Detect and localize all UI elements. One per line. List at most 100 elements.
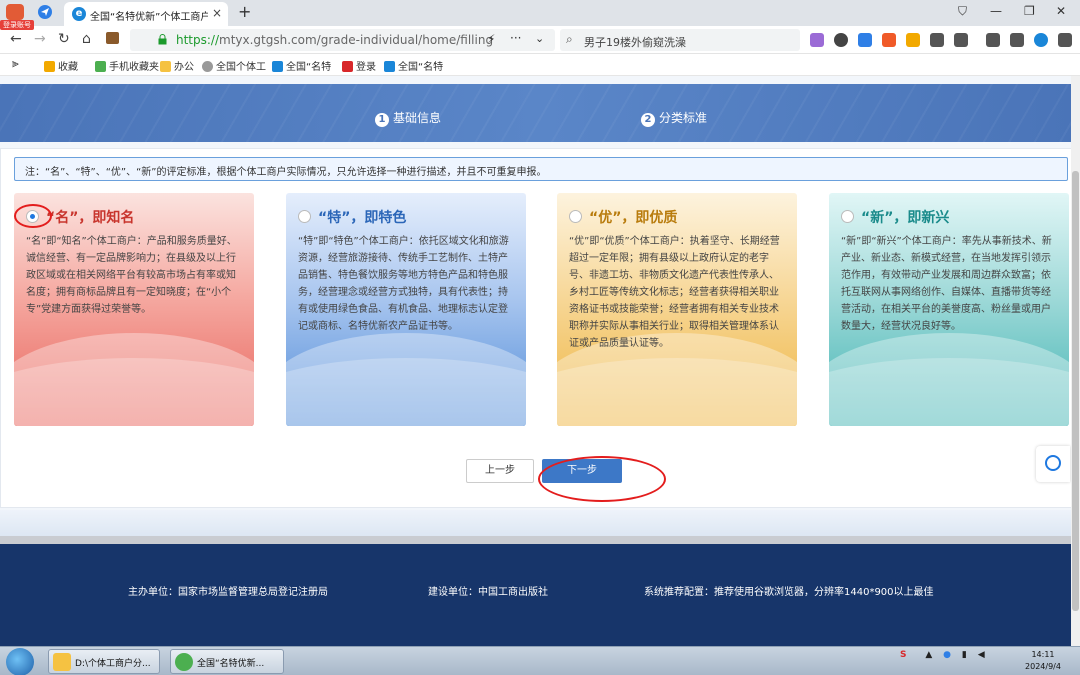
reload-button[interactable]: ↻ (58, 31, 70, 47)
help-icon (1045, 455, 1061, 471)
new-tab-button[interactable]: + (238, 2, 251, 21)
footer-host: 主办单位：国家市场监督管理总局登记注册局 (128, 587, 328, 598)
bookmark-office[interactable]: 办公 (160, 58, 194, 73)
sogou-icon[interactable]: S (900, 650, 906, 660)
browser-tab-active[interactable]: e 全国“名特优新”个体工商户 × (64, 2, 228, 26)
card-ming[interactable]: “名”，即知名 “名”即“知名”个体工商户：产品和服务质量好、诚信经营、有一定品… (14, 193, 254, 426)
browser-tab-bar: 登录账号 e 全国“名特优新”个体工商户 × + ⛉ — ❐ ✕ (0, 0, 1080, 30)
minimize-button[interactable]: — (990, 4, 1002, 18)
bookmark-mobile[interactable]: 手机收藏夹 (95, 58, 159, 73)
phone-icon (95, 61, 106, 72)
game-icon[interactable] (882, 33, 896, 47)
taskbar: D:\个体工商户分... 全国“名特优新... S ▲ ● ▮ ◀ 14:11 … (0, 646, 1080, 675)
page: 1 基础信息 2 分类标准 注：“名”、“特”、“优”、“新”的评定标准，根据个体工… (0, 76, 1080, 646)
form-panel: 注：“名”、“特”、“优”、“新”的评定标准，根据个体工商户实际情况，只允许选择… (0, 148, 1078, 508)
card-description: “特”即“特色”个体工商户：依托区域文化和旅游资源，经营旅游接待、传统手工艺制作… (298, 236, 509, 332)
card-you[interactable]: “优”，即优质 “优”即“优质”个体工商户：执着坚守、长期经营超过一定年限；拥有… (557, 193, 797, 426)
radio-te[interactable] (298, 210, 311, 223)
bookmark-site-1[interactable]: 全国个体工 (202, 58, 266, 73)
volume-icon[interactable]: ◀ (978, 650, 985, 660)
chevron-down-icon[interactable]: ⌄ (535, 32, 544, 45)
bookmark-favorites[interactable]: 收藏 (44, 58, 78, 73)
url-bar[interactable]: https://mtyx.gtgsh.com/grade-individual/… (130, 29, 555, 51)
taskbar-label: 全国“名特优新... (197, 659, 265, 669)
signal-icon[interactable]: ▮ (962, 650, 967, 660)
radio-you[interactable] (569, 210, 582, 223)
more-icon[interactable]: ··· (510, 31, 521, 45)
sidebar-toggle-icon[interactable]: ⫸ (12, 56, 19, 71)
flash-icon[interactable]: ⚡ (487, 32, 495, 46)
card-title: “新”，即新兴 (861, 210, 950, 226)
back-button[interactable]: ← (10, 31, 22, 47)
ie-icon[interactable] (1034, 33, 1048, 47)
star-icon (44, 61, 55, 72)
ie-icon (272, 61, 283, 72)
card-xin[interactable]: “新”，即新兴 “新”即“新兴”个体工商户：率先从事新技术、新产业、新业态、新模… (829, 193, 1069, 426)
footer: 主办单位：国家市场监督管理总局登记注册局 建设单位：中国工商出版社 系统推荐配置… (0, 544, 1080, 646)
annotation-circle-radio (14, 204, 52, 228)
radio-xin[interactable] (841, 210, 854, 223)
decorative-wave (829, 358, 1069, 426)
lock-icon (158, 34, 167, 45)
decorative-band (0, 510, 1080, 536)
card-title: “特”，即特色 (318, 210, 407, 226)
puzzle-icon[interactable] (954, 33, 968, 47)
pin-icon[interactable]: ⛉ (958, 4, 967, 19)
bookmarks-bar: ⫸ 收藏 手机收藏夹 办公 全国个体工 全国“名特 登录 全国“名特 (0, 54, 1080, 76)
menu-icon[interactable] (1058, 33, 1072, 47)
bookmark-site-3[interactable]: 全国“名特 (384, 58, 443, 73)
translate-icon[interactable] (858, 33, 872, 47)
tab-close-icon[interactable]: × (212, 6, 222, 20)
network-icon[interactable]: ● (943, 650, 951, 660)
decorative-wave (14, 358, 254, 426)
card-te[interactable]: “特”，即特色 “特”即“特色”个体工商户：依托区域文化和旅游资源，经营旅游接待… (286, 193, 526, 426)
taskbar-label: D:\个体工商户分... (75, 659, 151, 669)
login-badge[interactable]: 登录账号 (0, 20, 34, 30)
search-bar[interactable]: ⌕ 男子19楼外偷窥洗澡 (560, 29, 800, 51)
steps-header: 1 基础信息 2 分类标准 (0, 84, 1080, 142)
undo-icon[interactable] (1010, 33, 1024, 47)
shield-icon[interactable] (906, 33, 920, 47)
floating-help-button[interactable] (1036, 446, 1070, 482)
globe-icon (202, 61, 213, 72)
search-query[interactable]: 男子19楼外偷窥洗澡 (584, 34, 686, 50)
restore-button[interactable]: ❐ (1024, 4, 1035, 18)
send-icon[interactable] (38, 5, 52, 19)
download-icon[interactable] (986, 33, 1000, 47)
forward-button[interactable]: → (34, 31, 46, 47)
bookmark-login[interactable]: 登录 (342, 58, 376, 73)
card-description: “优”即“优质”个体工商户：执着坚守、长期经营超过一定年限；拥有县级以上政府认定… (569, 236, 780, 349)
extension-icon[interactable] (810, 33, 824, 47)
taskbar-item-folder[interactable]: D:\个体工商户分... (48, 649, 160, 674)
ie-icon (384, 61, 395, 72)
annotation-circle-next (538, 456, 666, 502)
card-description: “名”即“知名”个体工商户：产品和服务质量好、诚信经营、有一定品牌影响力；在县级… (26, 236, 237, 315)
folder-icon (160, 61, 171, 72)
bookmark-site-2[interactable]: 全国“名特 (272, 58, 331, 73)
page-scrollbar[interactable] (1071, 76, 1080, 646)
system-tray[interactable]: S ▲ ● ▮ ◀ (900, 650, 985, 660)
card-title: “名”，即知名 (46, 210, 135, 226)
tray-arrow-icon[interactable]: ▲ (925, 650, 932, 660)
card-title: “优”，即优质 (589, 210, 678, 226)
scissors-icon[interactable] (834, 33, 848, 47)
party-emblem-icon (342, 61, 353, 72)
step-basic-info: 1 基础信息 (375, 109, 441, 127)
step-category: 2 分类标准 (641, 109, 707, 127)
url-text[interactable]: https://mtyx.gtgsh.com/grade-individual/… (176, 33, 493, 47)
close-window-button[interactable]: ✕ (1056, 4, 1066, 18)
taskbar-item-browser[interactable]: 全国“名特优新... (170, 649, 284, 674)
footer-builder: 建设单位：中国工商出版社 (428, 587, 548, 598)
clock-date: 2024/9/4 (1025, 662, 1061, 671)
scrollbar-thumb[interactable] (1072, 171, 1079, 611)
browser-app-icon[interactable] (6, 4, 24, 20)
clock[interactable]: 14:11 2024/9/4 (1018, 649, 1068, 673)
window-icon[interactable] (930, 33, 944, 47)
briefcase-icon[interactable] (106, 32, 119, 44)
tab-title: 全国“名特优新”个体工商户 (90, 12, 208, 23)
notice-text: 注：“名”、“特”、“优”、“新”的评定标准，根据个体工商户实际情况，只允许选择… (25, 167, 547, 178)
browser-icon (175, 653, 193, 671)
start-button[interactable] (6, 648, 34, 675)
home-button[interactable]: ⌂ (82, 31, 91, 47)
prev-button[interactable]: 上一步 (466, 459, 534, 483)
